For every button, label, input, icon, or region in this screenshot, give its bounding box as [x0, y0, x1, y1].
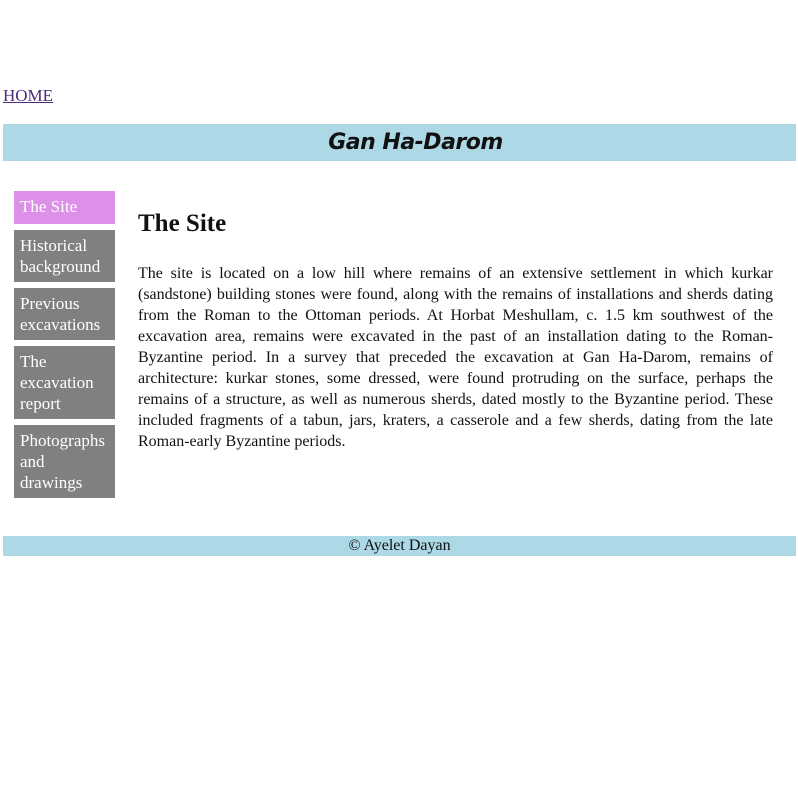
sidebar-item-previous-excavations[interactable]: Previous excavations — [14, 288, 115, 340]
page: HOME Gan Ha-Darom The Site Historical ba… — [0, 0, 798, 797]
footer-copyright: © Ayelet Dayan — [3, 536, 796, 556]
site-description: The site is located on a low hill where … — [138, 265, 773, 450]
main-content: The Site The site is located on a low hi… — [138, 208, 773, 452]
sidebar-item-the-site[interactable]: The Site — [14, 191, 115, 224]
sidebar-item-photographs-drawings[interactable]: Photographs and drawings — [14, 425, 115, 498]
site-title: Gan Ha-Darom — [328, 130, 503, 155]
page-heading: The Site — [138, 210, 227, 237]
sidebar-item-historical-background[interactable]: Historical background — [14, 230, 115, 282]
sidebar-nav: The Site Historical background Previous … — [14, 191, 115, 504]
sidebar-item-excavation-report[interactable]: The excavation report — [14, 346, 115, 419]
home-link[interactable]: HOME — [3, 86, 53, 106]
title-banner: Gan Ha-Darom — [3, 124, 796, 161]
